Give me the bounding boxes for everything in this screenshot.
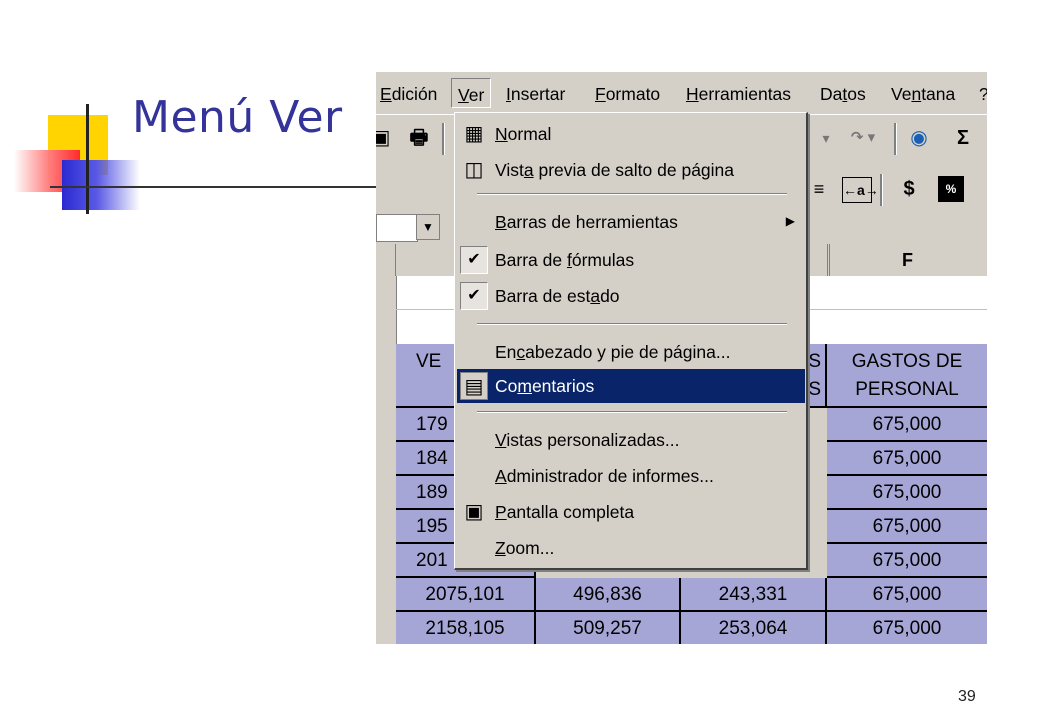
menu-item-vista-previa[interactable]: ◫ Vista previa de salto de página (457, 153, 805, 187)
web-globe-icon[interactable]: ◉ (904, 123, 934, 153)
column-header[interactable] (808, 244, 830, 276)
row-headers[interactable] (376, 344, 397, 644)
menu-separator (477, 411, 787, 413)
column-header-f[interactable]: F (828, 244, 987, 276)
decor-horizontal-line (50, 186, 376, 188)
menu-item-normal[interactable]: ▦ Normal (457, 117, 805, 151)
decor-vertical-line (86, 104, 89, 214)
merge-center-icon[interactable]: ←a→ (842, 177, 879, 203)
menu-separator (477, 323, 787, 325)
table-cell[interactable]: 496,836 (536, 578, 681, 612)
full-screen-icon: ▣ (464, 501, 484, 523)
currency-icon[interactable]: $ (894, 174, 924, 204)
menu-ventana[interactable]: Ventana (891, 84, 955, 105)
autosum-icon[interactable]: Σ (948, 123, 978, 153)
menu-help[interactable]: ? (979, 84, 987, 105)
menu-edicion[interactable]: Edición (380, 84, 437, 105)
select-all-corner[interactable] (376, 244, 396, 276)
menu-ver[interactable]: Ver (451, 78, 492, 108)
table-cell[interactable]: 675,000 (827, 510, 987, 544)
menu-herramientas[interactable]: Herramientas (686, 84, 791, 105)
table-cell[interactable]: 509,257 (536, 612, 681, 644)
menu-formato[interactable]: Formato (595, 84, 660, 105)
table-cell[interactable]: 675,000 (827, 408, 987, 442)
ver-dropdown-menu: ▦ Normal ◫ Vista previa de salto de pági… (454, 112, 808, 570)
menu-separator (477, 193, 787, 195)
menu-item-administrador-informes[interactable]: Administrador de informes... (457, 459, 805, 493)
normal-view-icon: ▦ (464, 123, 484, 145)
toolbar-separator (442, 123, 445, 155)
submenu-arrow-icon: ▶ (785, 214, 795, 228)
menu-insertar[interactable]: Insertar (506, 84, 565, 105)
name-box-dropdown-icon[interactable]: ▼ (416, 214, 440, 240)
menu-item-barra-formulas[interactable]: ✔ Barra de fórmulas (457, 243, 805, 277)
menu-bar: Edición Ver Insertar Formato Herramienta… (376, 72, 987, 114)
row-header[interactable] (376, 276, 397, 344)
undo-dropdown-icon[interactable]: ▾ (812, 123, 840, 153)
page-break-preview-icon: ◫ (464, 159, 484, 181)
toolbar-separator (880, 174, 883, 206)
header-gastos-personal: GASTOS DE PERSONAL (827, 344, 987, 408)
align-right-icon[interactable]: ≡ (804, 174, 834, 204)
name-box-input[interactable] (376, 214, 418, 242)
table-cell[interactable]: 2075,101 (396, 578, 536, 612)
table-cell[interactable]: 675,000 (827, 578, 987, 612)
menu-item-encabezado[interactable]: Encabezado y pie de página... (457, 335, 805, 369)
menu-datos[interactable]: Datos (820, 84, 866, 105)
save-icon[interactable]: ▣ (376, 123, 396, 153)
menu-item-zoom[interactable]: Zoom... (457, 531, 805, 565)
slide-title: Menú Ver (132, 92, 343, 143)
table-cell[interactable]: 675,000 (827, 544, 987, 578)
table-cell[interactable]: 243,331 (681, 578, 827, 612)
table-cell[interactable]: 2158,105 (396, 612, 536, 644)
toolbar-separator (894, 123, 897, 155)
checkmark-icon: ✔ (460, 246, 488, 274)
table-cell[interactable]: 675,000 (827, 612, 987, 644)
checkmark-icon: ✔ (460, 282, 488, 310)
comma-style-icon[interactable]: , (974, 174, 987, 204)
menu-item-comentarios[interactable]: ▤ Comentarios (457, 369, 805, 403)
print-icon[interactable]: 🖶 (404, 123, 434, 153)
table-cell[interactable]: 253,064 (681, 612, 827, 644)
percent-style-icon[interactable]: % (938, 176, 964, 202)
menu-item-barra-estado[interactable]: ✔ Barra de estado (457, 279, 805, 313)
table-cell[interactable]: 675,000 (827, 442, 987, 476)
table-cell[interactable]: 675,000 (827, 476, 987, 510)
menu-item-pantalla-completa[interactable]: ▣ Pantalla completa (457, 495, 805, 529)
redo-icon[interactable]: ↷ ▾ (838, 123, 888, 153)
menu-item-vistas-personalizadas[interactable]: Vistas personalizadas... (457, 423, 805, 457)
menu-item-barras-herramientas[interactable]: Barras de herramientas ▶ (457, 205, 805, 239)
slide-number: 39 (958, 688, 976, 705)
comments-icon: ▤ (460, 372, 488, 400)
decor-blue-gradient (62, 160, 140, 210)
